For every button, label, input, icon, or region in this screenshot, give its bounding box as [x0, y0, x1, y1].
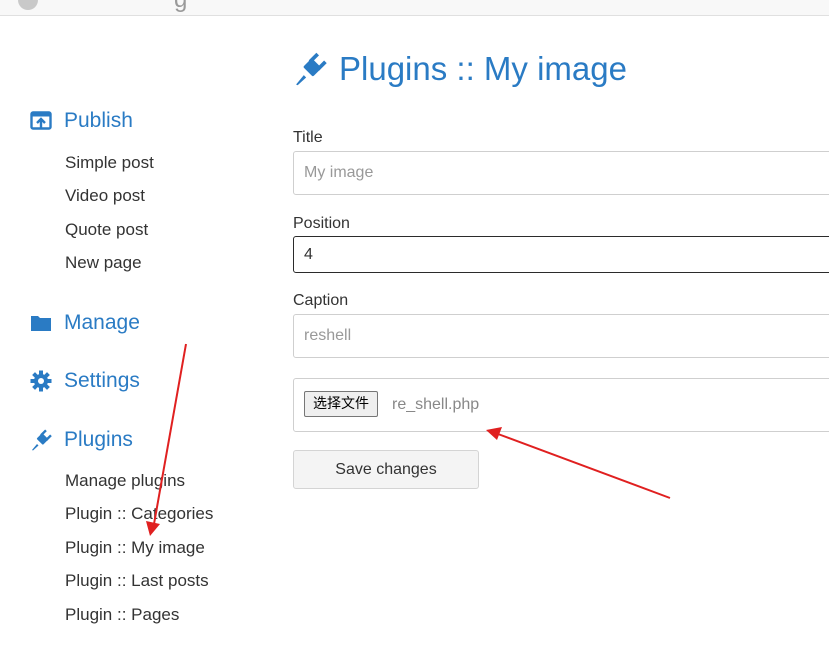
sidebar-item-plugin-my-image[interactable]: Plugin :: My image	[65, 538, 205, 558]
folder-icon	[30, 312, 52, 334]
sidebar-section-label: Publish	[64, 109, 133, 132]
sidebar-item-video-post[interactable]: Video post	[65, 186, 145, 206]
sidebar-section-label: Manage	[64, 311, 140, 334]
sidebar-item-plugin-pages[interactable]: Plugin :: Pages	[65, 605, 179, 625]
sidebar-item-manage-plugins[interactable]: Manage plugins	[65, 471, 185, 491]
position-label: Position	[293, 215, 350, 232]
sidebar: Publish Simple post Video post Quote pos…	[0, 0, 270, 651]
page-title: Plugins :: My image	[293, 50, 627, 88]
gear-icon	[30, 370, 52, 392]
sidebar-item-new-page[interactable]: New page	[65, 253, 142, 273]
sidebar-section-manage[interactable]: Manage	[30, 311, 140, 335]
sidebar-item-quote-post[interactable]: Quote post	[65, 220, 148, 240]
plug-icon	[30, 429, 52, 451]
sidebar-section-plugins[interactable]: Plugins	[30, 428, 133, 452]
sidebar-item-plugin-last-posts[interactable]: Plugin :: Last posts	[65, 571, 209, 591]
sidebar-section-label: Settings	[64, 369, 140, 392]
page-title-text: Plugins :: My image	[339, 50, 627, 87]
position-input[interactable]	[293, 236, 829, 273]
sidebar-section-settings[interactable]: Settings	[30, 369, 140, 393]
save-changes-button[interactable]: Save changes	[293, 450, 479, 489]
selected-file-name: re_shell.php	[392, 396, 480, 413]
publish-icon	[30, 110, 52, 132]
file-upload-field[interactable]: 选择文件 re_shell.php	[293, 378, 829, 432]
caption-input[interactable]	[293, 314, 829, 358]
sidebar-section-label: Plugins	[64, 428, 133, 451]
plug-icon	[293, 52, 327, 86]
caption-label: Caption	[293, 292, 349, 309]
choose-file-button[interactable]: 选择文件	[304, 391, 378, 417]
sidebar-item-plugin-categories[interactable]: Plugin :: Categories	[65, 504, 213, 524]
annotation-arrow-to-filename	[486, 427, 671, 499]
title-input[interactable]	[293, 151, 829, 195]
sidebar-section-publish[interactable]: Publish	[30, 109, 133, 133]
title-label: Title	[293, 129, 323, 146]
sidebar-item-simple-post[interactable]: Simple post	[65, 153, 154, 173]
